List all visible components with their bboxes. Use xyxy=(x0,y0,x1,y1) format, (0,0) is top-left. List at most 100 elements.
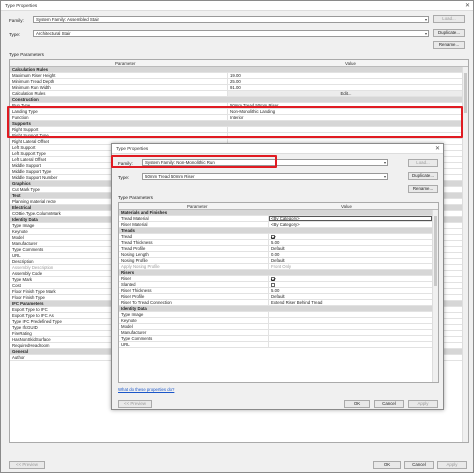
parameter-value[interactable]: 5.00 xyxy=(269,240,432,245)
parameter-name: Maximum Riser Height xyxy=(10,73,228,78)
family-highlight xyxy=(111,155,277,168)
chevron-down-icon: ▾ xyxy=(424,31,427,36)
inner-type-label: Type: xyxy=(118,175,130,180)
parameter-name: URL xyxy=(119,342,269,347)
parameter-value[interactable]: 19.00 xyxy=(228,73,462,78)
inner-type-select[interactable]: 50mm Tread 50mm Riser ▾ xyxy=(142,173,388,180)
parameter-value[interactable] xyxy=(269,276,432,281)
outer-preview-button[interactable]: << Preview xyxy=(9,461,45,469)
help-link[interactable]: What do these properties do? xyxy=(118,387,174,392)
outer-cancel-button[interactable]: Cancel xyxy=(404,461,434,469)
close-icon[interactable]: ✕ xyxy=(465,2,470,9)
inner-param-row[interactable]: URL xyxy=(119,342,432,348)
inner-preview-button[interactable]: << Preview xyxy=(118,400,152,408)
group-label: Risers xyxy=(121,270,135,275)
parameter-name: Riser Thickness xyxy=(119,288,269,293)
parameter-name: Slanted xyxy=(119,282,269,287)
parameter-name: Riser Material xyxy=(119,222,269,227)
outer-load-button[interactable]: Load... xyxy=(433,15,465,23)
parameter-value[interactable]: Default xyxy=(269,294,432,299)
parameter-name: Nosing Profile xyxy=(119,258,269,263)
parameter-name: Tread Thickness xyxy=(119,240,269,245)
parameter-value[interactable] xyxy=(269,342,432,347)
inner-type-parameters-label: Type Parameters xyxy=(118,195,153,200)
parameter-value[interactable] xyxy=(269,234,432,239)
outer-type-value: Architectural Stair xyxy=(36,31,71,36)
parameter-name: Model xyxy=(119,324,269,329)
parameter-value[interactable]: Default xyxy=(269,258,432,263)
outer-type-label: Type: xyxy=(9,32,21,37)
group-label: Treads xyxy=(121,228,135,233)
inner-title-bar: Type Properties ✕ xyxy=(112,144,443,154)
construction-highlight xyxy=(7,106,463,138)
parameter-name: Type Comments xyxy=(119,336,269,341)
inner-col-value: Value xyxy=(341,204,352,209)
outer-title-bar: Type Properties ✕ xyxy=(1,1,473,11)
checkbox[interactable] xyxy=(271,276,275,281)
outer-duplicate-button[interactable]: Duplicate... xyxy=(433,29,465,37)
outer-family-select[interactable]: System Family: Assembled Stair ▾ xyxy=(33,16,429,23)
outer-rename-button[interactable]: Rename... xyxy=(433,41,465,49)
inner-cancel-button[interactable]: Cancel xyxy=(374,400,404,408)
inner-scrollbar-thumb[interactable] xyxy=(434,216,437,286)
outer-col-value: Value xyxy=(345,61,356,66)
parameter-name: Riser To Tread Connection xyxy=(119,300,269,305)
inner-load-button[interactable]: Load... xyxy=(408,159,438,167)
parameter-name: Riser xyxy=(119,276,269,281)
parameter-value[interactable]: 5.00 xyxy=(269,288,432,293)
parameter-value[interactable] xyxy=(269,318,432,323)
inner-rename-button[interactable]: Rename... xyxy=(408,185,438,193)
parameter-name: Tread Profile xyxy=(119,246,269,251)
outer-type-parameters-label: Type Parameters xyxy=(9,52,44,57)
inner-col-parameter: Parameter xyxy=(187,204,208,209)
parameter-value[interactable]: <By Category> xyxy=(269,222,432,227)
parameter-name: Calculation Rules xyxy=(10,91,228,96)
outer-ok-button[interactable]: OK xyxy=(373,461,401,469)
parameter-name: Riser Profile xyxy=(119,294,269,299)
parameter-value[interactable] xyxy=(269,324,432,329)
inner-apply-button[interactable]: Apply xyxy=(408,400,438,408)
inner-duplicate-button[interactable]: Duplicate... xyxy=(408,172,438,180)
inner-grid-header: Parameter Value xyxy=(119,203,438,210)
parameter-name: Tread xyxy=(119,234,269,239)
checkbox[interactable] xyxy=(271,234,275,239)
inner-type-value: 50mm Tread 50mm Riser xyxy=(145,174,195,179)
chevron-down-icon: ▾ xyxy=(383,160,386,165)
outer-type-select[interactable]: Architectural Stair ▾ xyxy=(33,30,429,37)
inner-scrollbar[interactable] xyxy=(432,210,438,382)
parameter-name: Keynote xyxy=(119,318,269,323)
parameter-value[interactable] xyxy=(269,336,432,341)
parameter-value[interactable]: Default xyxy=(269,246,432,251)
group-label: Calculation Rules xyxy=(12,67,49,72)
inner-grid-rows: Materials and Finishes Tread Material <By … xyxy=(119,210,432,348)
parameter-name: Tread Material xyxy=(119,216,269,221)
parameter-value[interactable]: 0.00 xyxy=(269,252,432,257)
checkbox[interactable] xyxy=(271,282,275,287)
parameter-value[interactable]: 91.00 xyxy=(228,85,462,90)
inner-title: Type Properties xyxy=(116,146,149,151)
parameter-value[interactable] xyxy=(269,312,432,317)
outer-title: Type Properties xyxy=(5,3,38,8)
outer-col-parameter: Parameter xyxy=(115,61,136,66)
group-label: Materials and Finishes xyxy=(121,210,168,215)
parameter-value[interactable]: 25.00 xyxy=(228,79,462,84)
outer-scrollbar-thumb[interactable] xyxy=(464,73,467,113)
chevron-down-icon: ▾ xyxy=(383,174,386,179)
parameter-value[interactable] xyxy=(269,282,432,287)
outer-apply-button[interactable]: Apply xyxy=(437,461,467,469)
parameter-name: Type Image xyxy=(119,312,269,317)
outer-family-value: System Family: Assembled Stair xyxy=(36,17,99,22)
parameter-value[interactable]: Edit... xyxy=(228,91,462,96)
parameter-value[interactable]: <By Category> xyxy=(269,216,432,221)
inner-ok-button[interactable]: OK xyxy=(344,400,370,408)
parameter-name: Apply Nosing Profile xyxy=(119,264,269,269)
parameter-value[interactable] xyxy=(269,330,432,335)
parameter-value[interactable]: Front Only xyxy=(269,264,432,269)
chevron-down-icon: ▾ xyxy=(424,17,427,22)
parameter-value[interactable]: Extend Riser Behind Tread xyxy=(269,300,432,305)
outer-family-label: Family: xyxy=(9,18,24,23)
close-icon[interactable]: ✕ xyxy=(435,145,440,152)
group-label: Identity Data xyxy=(121,306,147,311)
group-label: Construction xyxy=(12,97,39,102)
parameter-name: Minimum Tread Depth xyxy=(10,79,228,84)
